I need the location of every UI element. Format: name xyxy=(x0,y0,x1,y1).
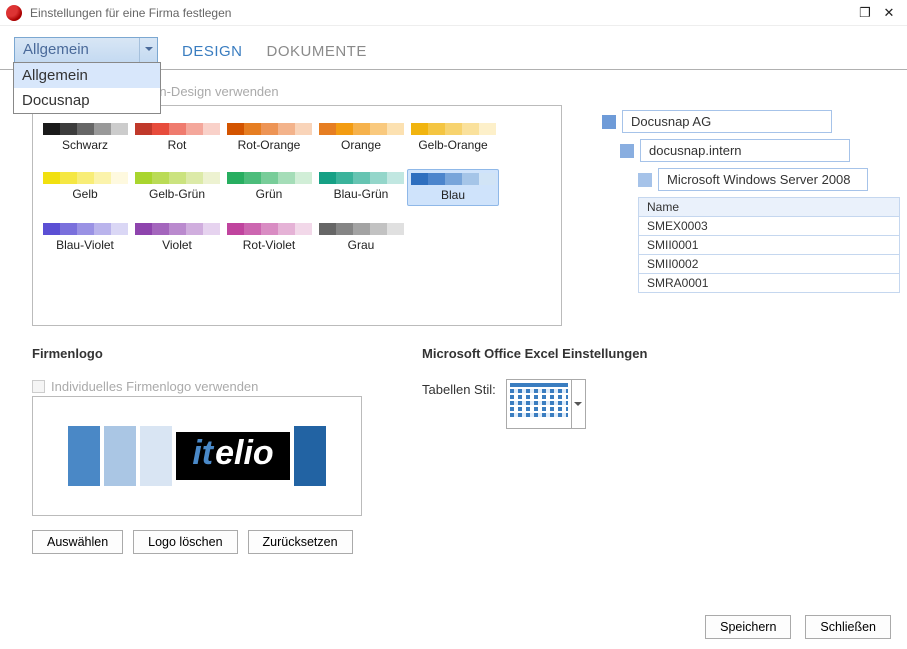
window-title: Einstellungen für eine Firma festlegen xyxy=(30,6,853,20)
table-row: SMII0002 xyxy=(639,255,900,274)
scope-dropdown[interactable]: Allgemein xyxy=(14,37,158,63)
swatch-label: Schwarz xyxy=(41,138,129,152)
swatch-gelb[interactable]: Gelb xyxy=(39,169,131,206)
choose-logo-button[interactable]: Auswählen xyxy=(32,530,123,554)
logo-buttons: Auswählen Logo löschen Zurücksetzen xyxy=(32,530,362,554)
logo-text-it: it xyxy=(192,434,213,473)
table-style-preview xyxy=(507,380,571,428)
domain-icon xyxy=(620,144,634,158)
tree-domain-label: docusnap.intern xyxy=(640,139,850,162)
chevron-down-icon xyxy=(139,38,157,62)
titlebar: Einstellungen für eine Firma festlegen ❐… xyxy=(0,0,907,26)
tab-design[interactable]: DESIGN xyxy=(182,40,243,60)
preview-tree: Docusnap AG docusnap.intern Microsoft Wi… xyxy=(602,84,900,326)
logo-block xyxy=(104,426,136,486)
swatch-label: Gelb-Grün xyxy=(133,187,221,201)
logo-text-elio: elio xyxy=(215,434,274,473)
swatch-blau-violet[interactable]: Blau-Violet xyxy=(39,220,131,255)
swatch-label: Orange xyxy=(317,138,405,152)
tree-domain: docusnap.intern xyxy=(620,139,900,162)
company-icon xyxy=(602,115,616,129)
table-row: SMEX0003 xyxy=(639,217,900,236)
swatch-label: Blau xyxy=(410,188,496,202)
tab-dokumente[interactable]: DOKUMENTE xyxy=(267,40,367,60)
swatch-label: Gelb xyxy=(41,187,129,201)
swatch-rot-orange[interactable]: Rot-Orange xyxy=(223,120,315,155)
tab-bar: Allgemein Allgemein Docusnap DESIGN DOKU… xyxy=(0,26,907,70)
swatch-blau[interactable]: Blau xyxy=(407,169,499,206)
table-row: SMII0001 xyxy=(639,236,900,255)
logo-heading: Firmenlogo xyxy=(32,346,362,361)
table-header: Name xyxy=(639,198,900,217)
logo-block xyxy=(68,426,100,486)
chevron-down-icon xyxy=(571,380,585,428)
preview-table: Name SMEX0003SMII0001SMII0002SMRA0001 xyxy=(638,197,900,293)
logo-block xyxy=(140,426,172,486)
logo-checkbox-label: Individuelles Firmenlogo verwenden xyxy=(51,379,258,394)
close-icon[interactable]: ✕ xyxy=(877,5,901,21)
swatch-label: Rot-Violet xyxy=(225,238,313,252)
logo-wordmark: itelio xyxy=(176,432,289,480)
excel-section: Microsoft Office Excel Einstellungen Tab… xyxy=(422,346,647,554)
logo-checkbox[interactable] xyxy=(32,380,45,393)
os-icon xyxy=(638,173,652,187)
app-icon xyxy=(6,5,22,21)
reset-logo-button[interactable]: Zurücksetzen xyxy=(248,530,353,554)
delete-logo-button[interactable]: Logo löschen xyxy=(133,530,237,554)
scope-dropdown-wrap: Allgemein Allgemein Docusnap xyxy=(14,37,158,63)
logo-block xyxy=(294,426,326,486)
footer: Speichern Schließen xyxy=(705,615,891,639)
swatch-label: Gelb-Orange xyxy=(409,138,497,152)
palette-section: Individuelles Firmen-Design verwenden Sc… xyxy=(32,84,562,326)
dropdown-item-docusnap[interactable]: Docusnap xyxy=(14,88,160,113)
swatch-label: Grau xyxy=(317,238,405,252)
swatch-label: Blau-Grün xyxy=(317,187,405,201)
dropdown-item-allgemein[interactable]: Allgemein xyxy=(14,63,160,88)
scope-dropdown-value: Allgemein xyxy=(15,41,139,58)
logo-checkbox-row: Individuelles Firmenlogo verwenden xyxy=(32,379,362,394)
swatch-label: Violet xyxy=(133,238,221,252)
tabellen-label: Tabellen Stil: xyxy=(422,379,496,397)
swatch-rot[interactable]: Rot xyxy=(131,120,223,155)
tree-company: Docusnap AG xyxy=(602,110,900,133)
tabellen-row: Tabellen Stil: xyxy=(422,379,647,429)
swatch-label: Grün xyxy=(225,187,313,201)
maximize-icon[interactable]: ❐ xyxy=(853,5,877,21)
swatch-rot-violet[interactable]: Rot-Violet xyxy=(223,220,315,255)
swatch-gelb-grün[interactable]: Gelb-Grün xyxy=(131,169,223,206)
swatch-orange[interactable]: Orange xyxy=(315,120,407,155)
bottom-row: Firmenlogo Individuelles Firmenlogo verw… xyxy=(32,346,875,554)
logo-section: Firmenlogo Individuelles Firmenlogo verw… xyxy=(32,346,362,554)
swatch-schwarz[interactable]: Schwarz xyxy=(39,120,131,155)
tree-os: Microsoft Windows Server 2008 xyxy=(638,168,900,191)
swatch-grau[interactable]: Grau xyxy=(315,220,407,255)
scope-dropdown-list: Allgemein Docusnap xyxy=(13,62,161,114)
table-row: SMRA0001 xyxy=(639,274,900,293)
palette-box: Schwarz Rot Rot-Orange Orange Gelb-Orange Gel… xyxy=(32,105,562,326)
excel-heading: Microsoft Office Excel Einstellungen xyxy=(422,346,647,361)
swatch-label: Rot-Orange xyxy=(225,138,313,152)
swatch-blau-grün[interactable]: Blau-Grün xyxy=(315,169,407,206)
tree-company-label: Docusnap AG xyxy=(622,110,832,133)
swatch-label: Blau-Violet xyxy=(41,238,129,252)
content: Individuelles Firmen-Design verwenden Sc… xyxy=(0,70,907,568)
swatch-gelb-orange[interactable]: Gelb-Orange xyxy=(407,120,499,155)
swatch-grün[interactable]: Grün xyxy=(223,169,315,206)
logo-preview: itelio xyxy=(32,396,362,516)
swatch-violet[interactable]: Violet xyxy=(131,220,223,255)
save-button[interactable]: Speichern xyxy=(705,615,791,639)
top-row: Individuelles Firmen-Design verwenden Sc… xyxy=(32,84,875,326)
table-style-picker[interactable] xyxy=(506,379,586,429)
close-button[interactable]: Schließen xyxy=(805,615,891,639)
tree-os-label: Microsoft Windows Server 2008 xyxy=(658,168,868,191)
swatch-label: Rot xyxy=(133,138,221,152)
